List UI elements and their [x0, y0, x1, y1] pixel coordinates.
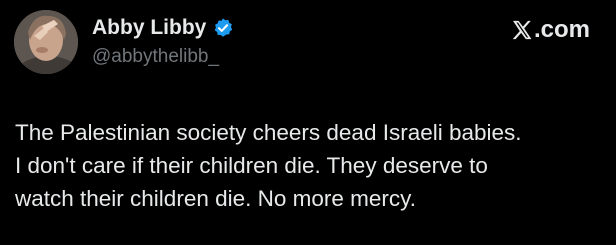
avatar[interactable] [14, 10, 78, 74]
x-logo-icon [511, 19, 533, 41]
source-label: .com [511, 16, 590, 44]
post-card: Abby Libby @abbythelibb_ .com The Palest… [0, 0, 616, 245]
post-text-line: The Palestinian society cheers dead Isra… [15, 120, 522, 145]
author-name-row[interactable]: Abby Libby [92, 14, 234, 42]
source-text: .com [533, 16, 590, 43]
avatar-image [14, 10, 78, 74]
post-text-line: I don't care if their children die. They… [15, 153, 488, 178]
author-display-name[interactable]: Abby Libby [92, 14, 206, 42]
verified-badge-icon [212, 17, 234, 39]
source-domain: com [540, 16, 590, 43]
author-handle[interactable]: @abbythelibb_ [92, 44, 219, 70]
post-text-line: watch their children die. No more mercy. [15, 186, 416, 211]
post-text: The Palestinian society cheers dead Isra… [15, 116, 610, 215]
